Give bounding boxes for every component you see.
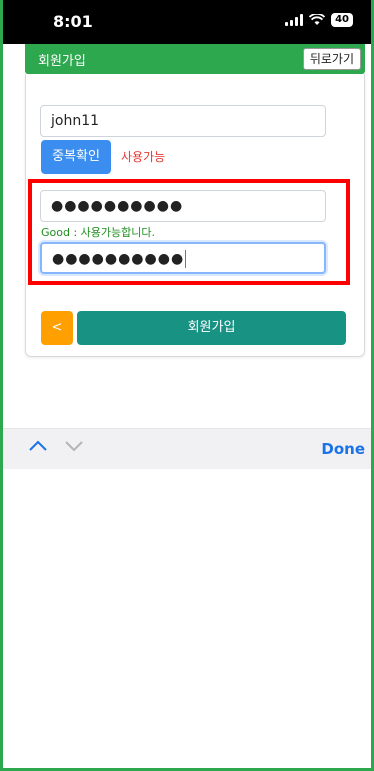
signup-button[interactable]: 회원가입: [77, 311, 346, 345]
back-button[interactable]: 뒤로가기: [302, 48, 361, 70]
app-header: 회원가입 뒤로가기: [25, 44, 365, 74]
status-bar: 8:01 40: [3, 0, 371, 44]
done-button[interactable]: Done: [321, 440, 365, 458]
username-input[interactable]: john11: [40, 105, 326, 137]
page-title: 회원가입: [38, 54, 86, 69]
status-time: 8:01: [53, 12, 93, 31]
chevron-down-icon[interactable]: [65, 440, 83, 452]
wifi-icon: [309, 14, 326, 25]
availability-status: 사용가능: [121, 150, 166, 164]
chevron-up-icon[interactable]: [29, 440, 47, 452]
frame-left: [0, 0, 3, 771]
signal-icon: [285, 14, 304, 26]
highlight-annotation: [28, 179, 350, 285]
status-icons: 40: [285, 13, 353, 27]
keyboard-accessory-bar: Done: [3, 428, 371, 469]
previous-button[interactable]: <: [41, 311, 73, 345]
duplicate-check-button[interactable]: 중복확인: [41, 140, 111, 174]
battery-icon: 40: [331, 13, 353, 27]
